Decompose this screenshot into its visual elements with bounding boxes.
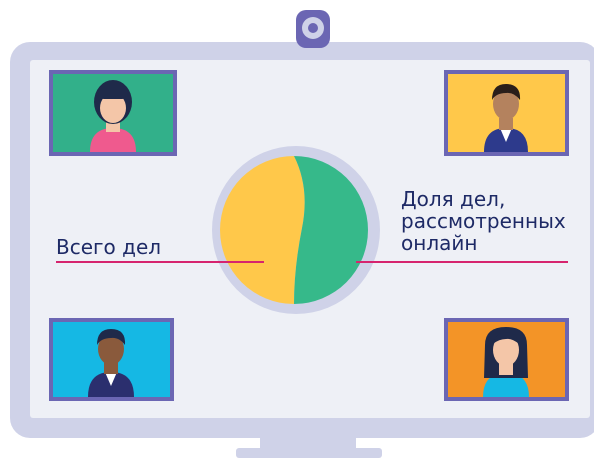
label-total-cases: Всего дел bbox=[56, 235, 162, 259]
pie-chart bbox=[212, 146, 380, 314]
participant-tile-bottom-right bbox=[444, 318, 569, 401]
participant-tile-top-left bbox=[49, 70, 177, 156]
participant-tile-top-right bbox=[444, 70, 569, 156]
webcam-icon bbox=[296, 10, 330, 48]
label-online-share-line-2: рассмотренных bbox=[401, 209, 566, 233]
label-online-share-line-3: онлайн bbox=[401, 231, 478, 255]
label-online-share-line-1: Доля дел, bbox=[401, 187, 506, 211]
video-conference-illustration: Всего дел Доля дел, рассмотренных онлайн bbox=[0, 0, 594, 460]
label-online-share: Доля дел, рассмотренных онлайн bbox=[401, 188, 586, 254]
participant-tile-bottom-left bbox=[49, 318, 174, 401]
